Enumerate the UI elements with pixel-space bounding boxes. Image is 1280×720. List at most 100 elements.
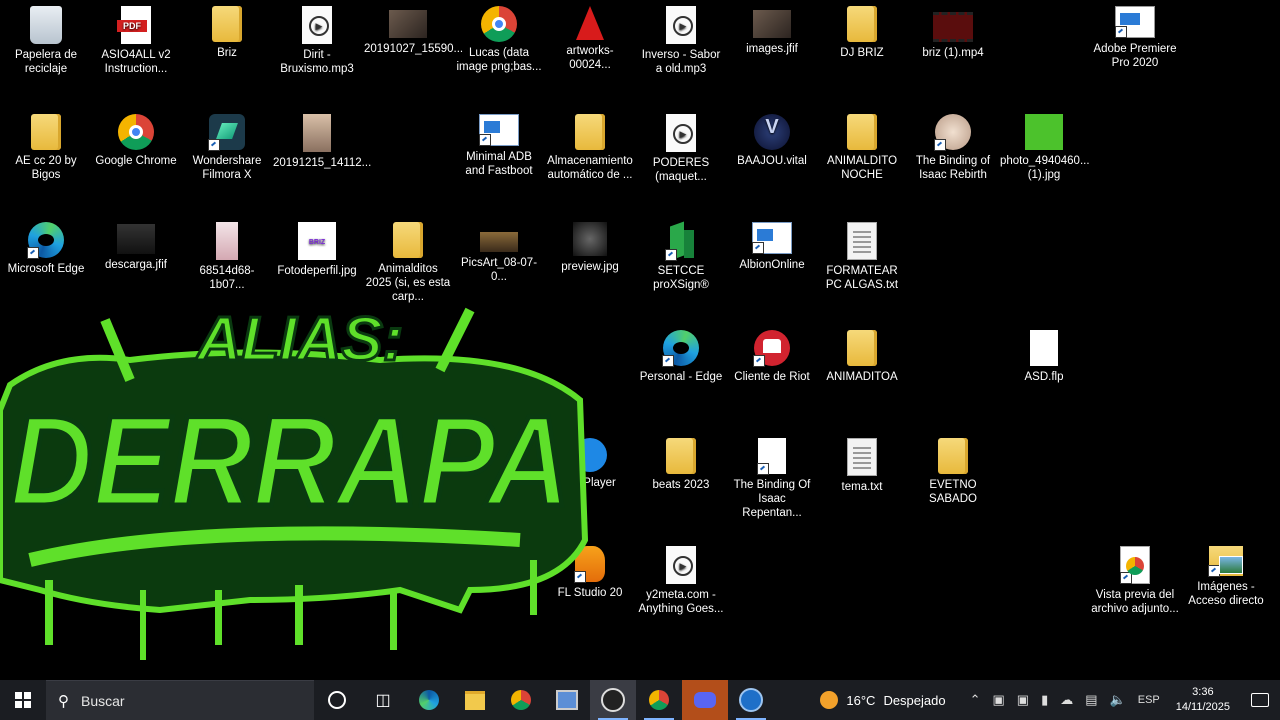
desktop-icon-label: Briz xyxy=(217,47,237,59)
cortana-button[interactable] xyxy=(314,680,360,720)
desktop-icon-label: SETCCE proXSign® xyxy=(653,265,709,291)
taskbar-search-box[interactable]: ⚲ xyxy=(46,680,314,720)
desktop-icon[interactable]: Almacenamiento automático de ... xyxy=(544,108,636,182)
desktop-icon[interactable]: FL Studio 20 xyxy=(544,540,636,600)
shortcut-arrow-icon xyxy=(479,134,491,146)
search-input[interactable] xyxy=(79,691,283,710)
desktop-icon[interactable]: preview.jpg xyxy=(544,216,636,274)
desktop-icon[interactable]: ANIMALDITO NOCHE xyxy=(816,108,908,182)
desktop-icon[interactable]: BAAJOU.vital xyxy=(726,108,818,168)
desktop-icon[interactable]: Vista previa del archivo adjunto... xyxy=(1089,540,1181,616)
desktop-icon[interactable]: descarga.jfif xyxy=(90,216,182,272)
desktop-icon[interactable]: 20191027_15590... xyxy=(362,0,463,56)
media-icon xyxy=(666,114,696,152)
desktop-icon[interactable]: AlbionOnline xyxy=(726,216,818,272)
green-icon xyxy=(1025,114,1063,150)
vlc-icon xyxy=(576,6,604,40)
desktop-icon[interactable]: images.jfif xyxy=(726,0,818,56)
desktop-icon[interactable]: Google Chrome xyxy=(90,108,182,168)
camera-icon[interactable]: ▣ xyxy=(1011,692,1035,708)
desktop-icon[interactable]: me Player xyxy=(544,432,636,490)
desktop-icon[interactable]: photo_4940460... (1).jpg xyxy=(998,108,1090,182)
start-button[interactable] xyxy=(0,680,46,720)
desktop-icon[interactable]: SETCCE proXSign® xyxy=(635,216,727,292)
desktop-icon[interactable]: Briz xyxy=(181,0,273,60)
usb-icon[interactable]: ▣ xyxy=(987,692,1011,708)
windows-logo-icon xyxy=(15,692,31,708)
folder-icon xyxy=(212,6,242,42)
desktop-icon[interactable]: PODERES (maquet... xyxy=(635,108,727,184)
taskbar-file-explorer[interactable] xyxy=(452,680,498,720)
edge-icon xyxy=(662,330,699,367)
filmora-icon xyxy=(208,114,245,151)
desktop-icon[interactable]: ANIMADITOA xyxy=(816,324,908,384)
desktop-icon-label: PODERES (maquet... xyxy=(652,157,710,183)
task-view-button[interactable]: ◫ xyxy=(360,680,406,720)
desktop-icon[interactable]: AE cc 20 by Bigos xyxy=(0,108,92,182)
taskbar-chrome[interactable] xyxy=(498,680,544,720)
desktop-icon-label: beats 2023 xyxy=(652,479,710,491)
chevron-up-icon[interactable]: ⌃ xyxy=(964,692,987,708)
desktop-icon[interactable]: The Binding Of Isaac Repentan... xyxy=(726,432,818,520)
desktop-icon[interactable]: Dirit - Bruxismo.mp3 xyxy=(271,0,363,76)
taskbar-network-app[interactable] xyxy=(544,680,590,720)
edge-icon xyxy=(27,222,64,259)
desktop-icon[interactable]: briz (1).mp4 xyxy=(907,0,999,60)
desktop-icon[interactable]: Animalditos 2025 (si, es esta carp... xyxy=(362,216,454,304)
picsart-icon xyxy=(480,232,518,252)
weather-temp[interactable]: 16°C xyxy=(846,693,875,708)
desktop-icon-label: DJ BRIZ xyxy=(840,47,884,59)
taskbar-discord[interactable] xyxy=(682,680,728,720)
language-indicator[interactable]: ESP xyxy=(1132,694,1166,706)
desktop-icon[interactable]: 68514d68-1b07... xyxy=(181,216,273,292)
desktop-icon[interactable]: Adobe Premiere Pro 2020 xyxy=(1089,0,1181,70)
search-icon: ⚲ xyxy=(58,692,69,710)
taskbar-app-blue[interactable] xyxy=(728,680,774,720)
taskbar-chrome-profile[interactable] xyxy=(636,680,682,720)
desktop-icon-label: ANIMADITOA xyxy=(826,371,898,383)
cloud-icon[interactable]: ☁ xyxy=(1054,692,1079,708)
desktop-icon[interactable]: The Binding of Isaac Rebirth xyxy=(907,108,999,182)
weather-icon[interactable] xyxy=(820,691,839,709)
desktop-icon-label: Almacenamiento automático de ... xyxy=(547,155,633,181)
dark-icon xyxy=(117,224,155,254)
clock[interactable]: 3:36 14/11/2025 xyxy=(1166,685,1240,715)
desktop-icon[interactable]: PicsArt_08-07-0... xyxy=(453,216,545,284)
desktop-icon[interactable]: beats 2023 xyxy=(635,432,727,492)
desktop-icon[interactable]: tema.txt xyxy=(816,432,908,494)
desktop-icon[interactable]: ASD.flp xyxy=(998,324,1090,384)
shortcut-arrow-icon xyxy=(662,355,674,367)
taskbar-edge[interactable] xyxy=(406,680,452,720)
desktop-icon[interactable]: DJ BRIZ xyxy=(816,0,908,60)
desktop-icon[interactable]: Minimal ADB and Fastboot xyxy=(453,108,545,178)
desktop-icon[interactable]: Imágenes - Acceso directo xyxy=(1180,540,1272,608)
desktop-icon[interactable]: Personal - Edge xyxy=(635,324,727,384)
volume-icon[interactable]: 🔈 xyxy=(1104,692,1132,708)
pdf-icon xyxy=(117,6,151,44)
taskbar-obs[interactable] xyxy=(590,680,636,720)
desktop-icon-label: Papelera de reciclaje xyxy=(14,49,78,75)
notification-center-button[interactable] xyxy=(1240,680,1280,720)
desktop-icon[interactable]: Cliente de Riot xyxy=(726,324,818,384)
desktop-icon[interactable]: FORMATEAR PC ALGAS.txt xyxy=(816,216,908,292)
network-icon[interactable]: ▤ xyxy=(1079,692,1103,708)
premiere-icon xyxy=(1115,6,1155,38)
desktop-icon[interactable]: Papelera de reciclaje xyxy=(0,0,92,76)
desktop-icon[interactable]: 20191215_14112... xyxy=(271,108,371,170)
microphone-icon[interactable]: ▮ xyxy=(1035,692,1054,708)
desktop-icon-label: photo_4940460... (1).jpg xyxy=(1000,155,1090,181)
desktop-icon[interactable]: Wondershare Filmora X xyxy=(181,108,273,182)
desktop-icon[interactable]: artworks-00024... xyxy=(544,0,636,72)
desktop-icon-label: Vista previa del archivo adjunto... xyxy=(1091,589,1179,615)
desktop-icon[interactable]: Inverso - Sabor a old.mp3 xyxy=(635,0,727,76)
desktop-icon[interactable]: Microsoft Edge xyxy=(0,216,92,276)
desktop-icon-label: images.jfif xyxy=(746,43,798,55)
desktop-icon[interactable]: Fotodeperfil.jpg xyxy=(271,216,363,278)
weather-text[interactable]: Despejado xyxy=(883,693,945,708)
chrome-icon xyxy=(511,690,531,710)
desktop-icon[interactable]: EVETNO SABADO xyxy=(907,432,999,506)
desktop-icon[interactable]: y2meta.com - Anything Goes... xyxy=(635,540,727,616)
baajou-icon xyxy=(754,114,790,150)
desktop-icon[interactable]: Lucas (data image png;bas... xyxy=(453,0,545,74)
desktop-icon[interactable]: ASIO4ALL v2 Instruction... xyxy=(90,0,182,76)
